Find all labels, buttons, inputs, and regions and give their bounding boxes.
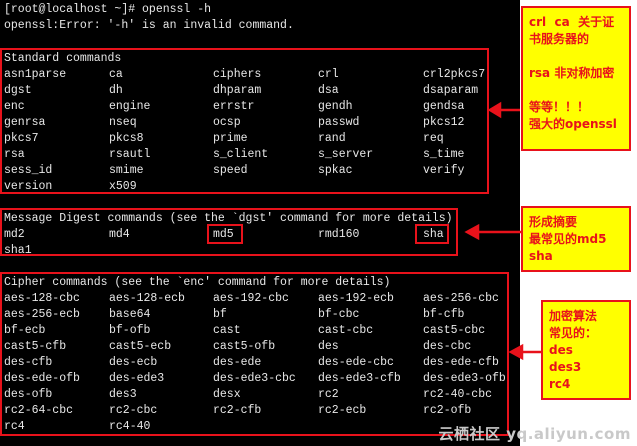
md5-highlight-box <box>207 224 243 244</box>
digest-note-line: 形成摘要 <box>529 215 578 229</box>
sha-highlight-box <box>415 224 449 244</box>
standard-commands-box <box>0 48 489 194</box>
standard-note-line: 书服务器的 <box>529 32 590 46</box>
cipher-commands-box <box>0 272 509 436</box>
cipher-note-line: 常见的： <box>549 326 598 340</box>
cipher-note-line: rc4 <box>549 377 571 391</box>
digest-note-line: 最常见的md5 <box>529 232 607 246</box>
standard-note-line: rsa 非对称加密 <box>529 66 615 80</box>
standard-note-line <box>529 82 623 99</box>
cipher-note-line: des3 <box>549 360 582 374</box>
prompt-line: [root@localhost ~]# openssl -h <box>4 3 212 16</box>
cipher-note: 加密算法常见的： des des3 rc4 <box>541 300 631 400</box>
watermark: 云栖社区 yq.aliyun.com <box>438 425 631 443</box>
standard-note-line: 等等！！！ <box>529 100 590 114</box>
cipher-note-line: 加密算法 <box>549 309 598 323</box>
standard-note-line: 强大的openssl <box>529 117 617 131</box>
standard-note-line <box>529 48 623 65</box>
digest-note-line: sha <box>529 249 553 263</box>
standard-note: crl ca 关于证 书服务器的 rsa 非对称加密 等等！！！ 强大的openss… <box>521 6 631 151</box>
digest-note: 形成摘要最常见的md5 sha <box>521 206 631 272</box>
error-line: openssl:Error: '-h' is an invalid comman… <box>4 19 294 32</box>
standard-note-line: crl ca 关于证 <box>529 15 615 29</box>
cipher-note-line: des <box>549 343 573 357</box>
